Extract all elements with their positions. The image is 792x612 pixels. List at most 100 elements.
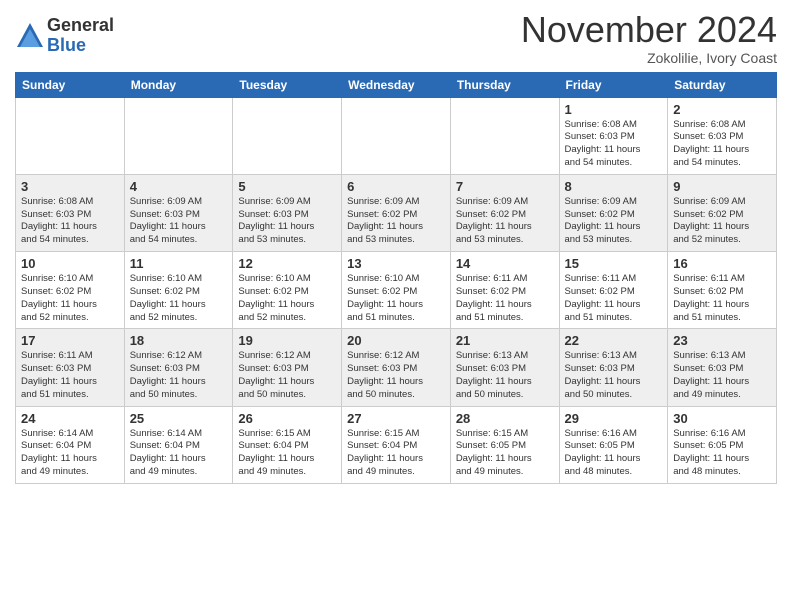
title-block: November 2024 Zokolilie, Ivory Coast bbox=[521, 10, 777, 66]
day-info: Sunrise: 6:09 AM Sunset: 6:02 PM Dayligh… bbox=[347, 196, 445, 247]
table-cell: 6 Sunrise: 6:09 AM Sunset: 6:02 PM Daylig… bbox=[342, 174, 451, 251]
day-info: Sunrise: 6:15 AM Sunset: 6:04 PM Dayligh… bbox=[238, 428, 336, 479]
day-number: 1 bbox=[565, 102, 663, 117]
table-cell: 30Sunrise: 6:16 AM Sunset: 6:05 PM Dayli… bbox=[668, 406, 777, 483]
col-thursday: Thursday bbox=[450, 72, 559, 97]
header: General Blue November 2024 Zokolilie, Iv… bbox=[15, 10, 777, 66]
day-number: 24 bbox=[21, 411, 119, 426]
table-cell: 13 Sunrise: 6:10 AM Sunset: 6:02 PM Dayli… bbox=[342, 252, 451, 329]
logo-blue: Blue bbox=[47, 36, 114, 56]
table-cell: 16Sunrise: 6:11 AM Sunset: 6:02 PM Dayli… bbox=[668, 252, 777, 329]
table-cell bbox=[124, 97, 233, 174]
table-cell: 26Sunrise: 6:15 AM Sunset: 6:04 PM Dayli… bbox=[233, 406, 342, 483]
day-number: 21 bbox=[456, 333, 554, 348]
table-cell bbox=[233, 97, 342, 174]
table-cell: 7 Sunrise: 6:09 AM Sunset: 6:02 PM Daylig… bbox=[450, 174, 559, 251]
table-cell: 25 Sunrise: 6:14 AM Sunset: 6:04 PM Dayli… bbox=[124, 406, 233, 483]
day-number: 12 bbox=[238, 256, 336, 271]
col-saturday: Saturday bbox=[668, 72, 777, 97]
day-info: Sunrise: 6:12 AM Sunset: 6:03 PM Dayligh… bbox=[238, 350, 336, 401]
day-info: Sunrise: 6:09 AM Sunset: 6:03 PM Dayligh… bbox=[130, 196, 228, 247]
day-number: 2 bbox=[673, 102, 771, 117]
day-info: Sunrise: 6:10 AM Sunset: 6:02 PM Dayligh… bbox=[347, 273, 445, 324]
day-number: 25 bbox=[130, 411, 228, 426]
day-info: Sunrise: 6:11 AM Sunset: 6:02 PM Dayligh… bbox=[565, 273, 663, 324]
day-number: 3 bbox=[21, 179, 119, 194]
day-number: 13 bbox=[347, 256, 445, 271]
day-info: Sunrise: 6:09 AM Sunset: 6:02 PM Dayligh… bbox=[456, 196, 554, 247]
day-info: Sunrise: 6:08 AM Sunset: 6:03 PM Dayligh… bbox=[673, 119, 771, 170]
day-number: 17 bbox=[21, 333, 119, 348]
logo: General Blue bbox=[15, 16, 114, 56]
table-cell: 4 Sunrise: 6:09 AM Sunset: 6:03 PM Daylig… bbox=[124, 174, 233, 251]
table-cell bbox=[342, 97, 451, 174]
day-info: Sunrise: 6:15 AM Sunset: 6:04 PM Dayligh… bbox=[347, 428, 445, 479]
table-cell: 18 Sunrise: 6:12 AM Sunset: 6:03 PM Dayli… bbox=[124, 329, 233, 406]
page: General Blue November 2024 Zokolilie, Iv… bbox=[0, 0, 792, 612]
week-row-2: 3 Sunrise: 6:08 AM Sunset: 6:03 PM Daylig… bbox=[16, 174, 777, 251]
day-number: 22 bbox=[565, 333, 663, 348]
table-cell: 2 Sunrise: 6:08 AM Sunset: 6:03 PM Daylig… bbox=[668, 97, 777, 174]
day-number: 14 bbox=[456, 256, 554, 271]
table-cell: 28Sunrise: 6:15 AM Sunset: 6:05 PM Dayli… bbox=[450, 406, 559, 483]
day-info: Sunrise: 6:13 AM Sunset: 6:03 PM Dayligh… bbox=[673, 350, 771, 401]
day-number: 11 bbox=[130, 256, 228, 271]
day-number: 16 bbox=[673, 256, 771, 271]
table-cell: 9Sunrise: 6:09 AM Sunset: 6:02 PM Daylig… bbox=[668, 174, 777, 251]
table-cell: 24 Sunrise: 6:14 AM Sunset: 6:04 PM Dayli… bbox=[16, 406, 125, 483]
day-info: Sunrise: 6:14 AM Sunset: 6:04 PM Dayligh… bbox=[130, 428, 228, 479]
logo-general: General bbox=[47, 16, 114, 36]
day-info: Sunrise: 6:10 AM Sunset: 6:02 PM Dayligh… bbox=[238, 273, 336, 324]
calendar-table: Sunday Monday Tuesday Wednesday Thursday… bbox=[15, 72, 777, 484]
day-number: 23 bbox=[673, 333, 771, 348]
day-info: Sunrise: 6:15 AM Sunset: 6:05 PM Dayligh… bbox=[456, 428, 554, 479]
table-cell: 29Sunrise: 6:16 AM Sunset: 6:05 PM Dayli… bbox=[559, 406, 668, 483]
week-row-1: 1 Sunrise: 6:08 AM Sunset: 6:03 PM Daylig… bbox=[16, 97, 777, 174]
calendar-header-row: Sunday Monday Tuesday Wednesday Thursday… bbox=[16, 72, 777, 97]
day-number: 7 bbox=[456, 179, 554, 194]
day-info: Sunrise: 6:12 AM Sunset: 6:03 PM Dayligh… bbox=[130, 350, 228, 401]
week-row-3: 10 Sunrise: 6:10 AM Sunset: 6:02 PM Dayli… bbox=[16, 252, 777, 329]
day-number: 10 bbox=[21, 256, 119, 271]
day-number: 4 bbox=[130, 179, 228, 194]
table-cell: 11Sunrise: 6:10 AM Sunset: 6:02 PM Dayli… bbox=[124, 252, 233, 329]
table-cell: 15 Sunrise: 6:11 AM Sunset: 6:02 PM Dayli… bbox=[559, 252, 668, 329]
location: Zokolilie, Ivory Coast bbox=[521, 50, 777, 66]
month-title: November 2024 bbox=[521, 10, 777, 50]
day-info: Sunrise: 6:11 AM Sunset: 6:03 PM Dayligh… bbox=[21, 350, 119, 401]
day-info: Sunrise: 6:12 AM Sunset: 6:03 PM Dayligh… bbox=[347, 350, 445, 401]
week-row-4: 17 Sunrise: 6:11 AM Sunset: 6:03 PM Dayli… bbox=[16, 329, 777, 406]
table-cell: 27 Sunrise: 6:15 AM Sunset: 6:04 PM Dayli… bbox=[342, 406, 451, 483]
col-sunday: Sunday bbox=[16, 72, 125, 97]
day-info: Sunrise: 6:09 AM Sunset: 6:02 PM Dayligh… bbox=[565, 196, 663, 247]
table-cell: 1 Sunrise: 6:08 AM Sunset: 6:03 PM Daylig… bbox=[559, 97, 668, 174]
day-info: Sunrise: 6:09 AM Sunset: 6:02 PM Dayligh… bbox=[673, 196, 771, 247]
table-cell: 22 Sunrise: 6:13 AM Sunset: 6:03 PM Dayli… bbox=[559, 329, 668, 406]
day-info: Sunrise: 6:08 AM Sunset: 6:03 PM Dayligh… bbox=[21, 196, 119, 247]
week-row-5: 24 Sunrise: 6:14 AM Sunset: 6:04 PM Dayli… bbox=[16, 406, 777, 483]
table-cell: 3 Sunrise: 6:08 AM Sunset: 6:03 PM Daylig… bbox=[16, 174, 125, 251]
table-cell bbox=[450, 97, 559, 174]
day-info: Sunrise: 6:13 AM Sunset: 6:03 PM Dayligh… bbox=[565, 350, 663, 401]
day-info: Sunrise: 6:16 AM Sunset: 6:05 PM Dayligh… bbox=[565, 428, 663, 479]
day-number: 6 bbox=[347, 179, 445, 194]
logo-icon bbox=[15, 21, 45, 51]
table-cell: 20 Sunrise: 6:12 AM Sunset: 6:03 PM Dayli… bbox=[342, 329, 451, 406]
table-cell: 8 Sunrise: 6:09 AM Sunset: 6:02 PM Daylig… bbox=[559, 174, 668, 251]
day-info: Sunrise: 6:14 AM Sunset: 6:04 PM Dayligh… bbox=[21, 428, 119, 479]
day-number: 15 bbox=[565, 256, 663, 271]
logo-text: General Blue bbox=[47, 16, 114, 56]
col-friday: Friday bbox=[559, 72, 668, 97]
day-info: Sunrise: 6:16 AM Sunset: 6:05 PM Dayligh… bbox=[673, 428, 771, 479]
table-cell: 5Sunrise: 6:09 AM Sunset: 6:03 PM Daylig… bbox=[233, 174, 342, 251]
col-wednesday: Wednesday bbox=[342, 72, 451, 97]
day-info: Sunrise: 6:10 AM Sunset: 6:02 PM Dayligh… bbox=[21, 273, 119, 324]
day-info: Sunrise: 6:08 AM Sunset: 6:03 PM Dayligh… bbox=[565, 119, 663, 170]
day-number: 18 bbox=[130, 333, 228, 348]
day-number: 20 bbox=[347, 333, 445, 348]
day-info: Sunrise: 6:09 AM Sunset: 6:03 PM Dayligh… bbox=[238, 196, 336, 247]
day-number: 27 bbox=[347, 411, 445, 426]
day-info: Sunrise: 6:13 AM Sunset: 6:03 PM Dayligh… bbox=[456, 350, 554, 401]
day-number: 8 bbox=[565, 179, 663, 194]
table-cell: 19Sunrise: 6:12 AM Sunset: 6:03 PM Dayli… bbox=[233, 329, 342, 406]
